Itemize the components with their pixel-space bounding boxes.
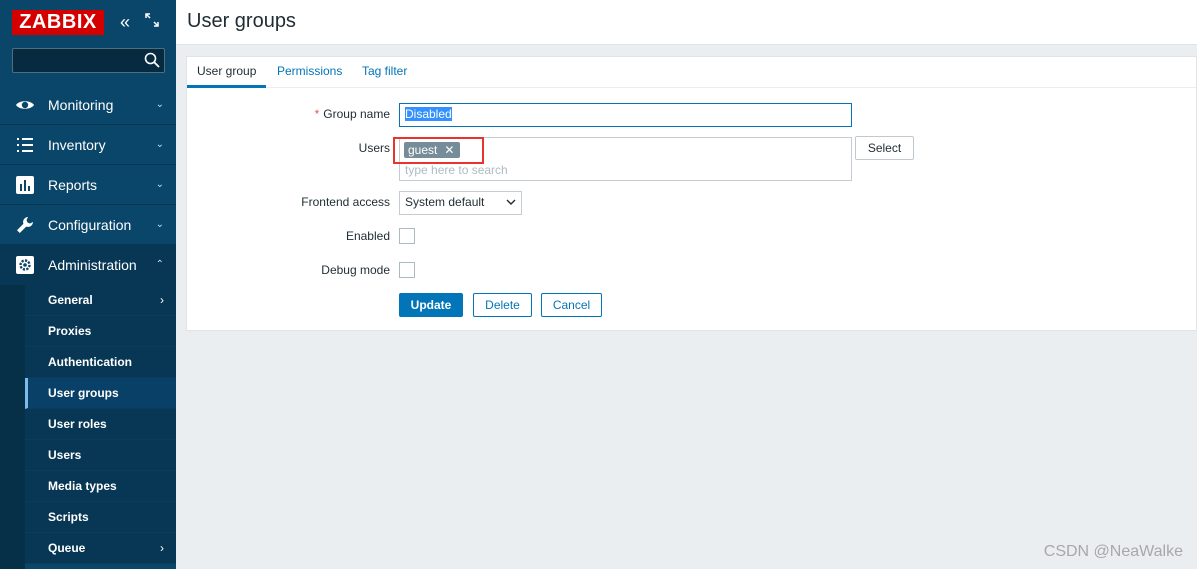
eye-icon — [16, 101, 34, 109]
menu-item-administration[interactable]: Administration ⌃ — [0, 245, 176, 285]
users-multiselect[interactable]: guest ✕ — [399, 137, 852, 181]
debug-mode-checkbox[interactable] — [399, 262, 415, 278]
required-mark: * — [314, 107, 320, 121]
debug-mode-label: Debug mode — [321, 263, 390, 277]
users-label: Users — [358, 141, 390, 155]
menu-label: Inventory — [48, 137, 106, 153]
chevron-down-icon: ⌄ — [155, 99, 164, 110]
frontend-access-label: Frontend access — [301, 195, 390, 209]
sidebar-search-input[interactable] — [13, 49, 138, 72]
submenu-item-proxies[interactable]: Proxies — [25, 316, 176, 347]
submenu-item-authentication[interactable]: Authentication — [25, 347, 176, 378]
chevron-up-icon: ⌃ — [155, 259, 164, 270]
chevron-down-icon — [506, 199, 516, 205]
menu-item-inventory[interactable]: Inventory ⌄ — [0, 125, 176, 165]
zabbix-logo[interactable]: ZABBIX — [12, 10, 104, 35]
submenu-item-user-roles[interactable]: User roles — [25, 409, 176, 440]
user-chip-guest: guest ✕ — [404, 142, 461, 158]
chevron-right-icon: › — [160, 541, 164, 555]
group-name-label: * Group name — [315, 107, 390, 121]
group-name-field[interactable]: Disabled — [399, 103, 852, 127]
submenu-item-media-types[interactable]: Media types — [25, 471, 176, 502]
submenu-label: Scripts — [48, 510, 89, 524]
group-name-label-text: Group name — [323, 107, 390, 121]
form-labels: * Group name Users Frontend access Enable… — [187, 57, 390, 330]
menu-item-configuration[interactable]: Configuration ⌄ — [0, 205, 176, 245]
list-icon — [17, 138, 33, 152]
menu-label: Administration — [48, 257, 137, 273]
page-header: User groups — [176, 0, 1197, 45]
menu-label: Monitoring — [48, 97, 114, 113]
submenu-label: Media types — [48, 479, 117, 493]
submenu-label: User groups — [48, 386, 119, 400]
menu-label: Reports — [48, 177, 98, 193]
remove-chip-icon[interactable]: ✕ — [444, 143, 454, 157]
collapse-sidebar-icon[interactable]: « — [120, 12, 130, 32]
submenu-label: General — [48, 293, 93, 307]
enabled-checkbox[interactable] — [399, 228, 415, 244]
chevron-down-icon: ⌄ — [155, 219, 164, 230]
user-group-form-panel: User group Permissions Tag filter * Group… — [186, 56, 1197, 331]
group-name-value: Disabled — [405, 107, 452, 121]
submenu-item-general[interactable]: General › — [25, 285, 176, 316]
users-search-input[interactable] — [405, 162, 845, 178]
delete-button[interactable]: Delete — [473, 293, 532, 317]
submenu-label: Users — [48, 448, 82, 462]
frontend-access-value: System default — [405, 195, 485, 209]
main-menu: Monitoring ⌄ Inventory ⌄ Reports ⌄ Confi… — [0, 85, 176, 285]
gear-icon — [16, 256, 34, 274]
frontend-access-select[interactable]: System default — [399, 191, 522, 215]
enabled-label: Enabled — [345, 229, 390, 243]
update-button[interactable]: Update — [399, 293, 463, 317]
menu-label: Configuration — [48, 217, 132, 233]
watermark: CSDN @NeaWalke — [1043, 543, 1183, 560]
chevron-down-icon: ⌄ — [155, 179, 164, 190]
sidebar-search — [12, 48, 165, 73]
administration-submenu: General › Proxies Authentication User gr… — [0, 285, 176, 564]
menu-item-reports[interactable]: Reports ⌄ — [0, 165, 176, 205]
kiosk-mode-icon[interactable] — [145, 12, 159, 32]
chevron-down-icon: ⌄ — [155, 139, 164, 150]
chip-label: guest — [408, 143, 438, 157]
submenu-item-user-groups[interactable]: User groups — [25, 378, 176, 409]
bar-chart-icon — [16, 176, 34, 194]
menu-item-monitoring[interactable]: Monitoring ⌄ — [0, 85, 176, 125]
submenu-label: Authentication — [48, 355, 132, 369]
submenu-label: User roles — [48, 417, 107, 431]
submenu-item-queue[interactable]: Queue › — [25, 533, 176, 564]
search-icon[interactable] — [144, 52, 160, 68]
page-title: User groups — [187, 10, 296, 32]
logo-row: ZABBIX « — [0, 0, 176, 44]
submenu-item-users[interactable]: Users — [25, 440, 176, 471]
select-users-button[interactable]: Select — [855, 136, 914, 160]
submenu-label: Proxies — [48, 324, 92, 338]
wrench-icon — [17, 217, 33, 233]
sidebar: ZABBIX « Monitoring ⌄ Inventory ⌄ Report… — [0, 0, 176, 569]
cancel-button[interactable]: Cancel — [541, 293, 602, 317]
submenu-item-scripts[interactable]: Scripts — [25, 502, 176, 533]
chevron-right-icon: › — [160, 293, 164, 307]
submenu-label: Queue — [48, 541, 86, 555]
